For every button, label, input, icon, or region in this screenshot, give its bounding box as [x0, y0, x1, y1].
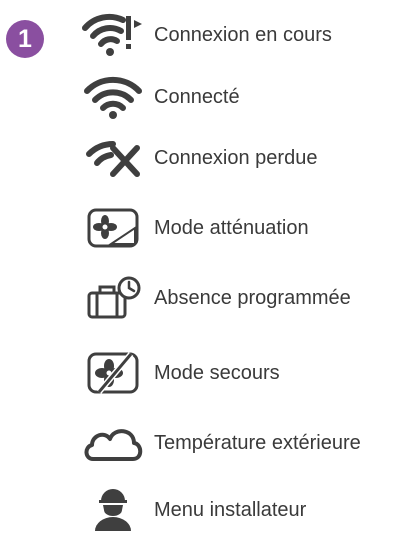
legend-label: Température extérieure	[154, 431, 361, 454]
legend-item-installer-menu: Menu installateur	[78, 485, 306, 535]
legend-label: Absence programmée	[154, 286, 351, 309]
legend-label: Mode atténuation	[154, 216, 309, 239]
fan-backup-icon	[78, 348, 148, 398]
suitcase-clock-icon	[78, 273, 148, 323]
legend-item-outdoor-temperature: Température extérieure	[78, 418, 361, 468]
step-number-badge: 1	[6, 20, 44, 58]
legend-item-connecting: Connexion en cours	[78, 10, 332, 60]
installer-icon	[78, 485, 148, 535]
fan-attenuation-icon	[78, 203, 148, 253]
legend-item-attenuation-mode: Mode atténuation	[78, 203, 309, 253]
wifi-lost-icon	[78, 133, 148, 183]
legend-item-backup-mode: Mode secours	[78, 348, 280, 398]
legend-item-connection-lost: Connexion perdue	[78, 133, 317, 183]
legend-item-scheduled-absence: Absence programmée	[78, 273, 351, 323]
cloud-icon	[78, 418, 148, 468]
legend-label: Menu installateur	[154, 498, 307, 521]
wifi-connecting-icon	[78, 10, 148, 60]
legend-item-connected: Connecté	[78, 72, 240, 122]
legend-label: Connexion perdue	[154, 146, 318, 169]
legend-label: Mode secours	[154, 361, 280, 384]
legend-label: Connecté	[154, 85, 240, 108]
wifi-icon	[78, 72, 148, 122]
legend-label: Connexion en cours	[154, 23, 332, 46]
